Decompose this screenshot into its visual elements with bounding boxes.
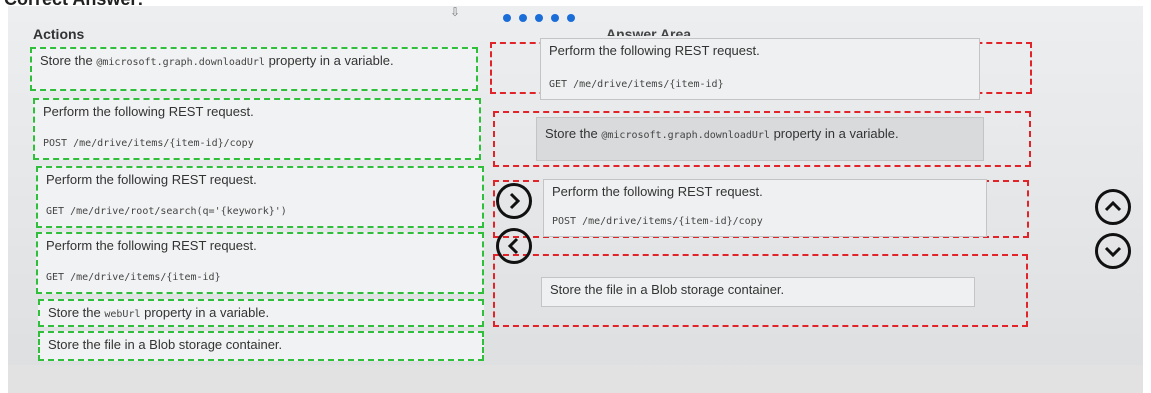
answer-label: Store the file in a Blob storage contain…: [550, 282, 785, 297]
move-down-button[interactable]: [1095, 233, 1131, 269]
answer-label: Perform the following REST request.: [549, 43, 760, 58]
progress-dot: [567, 14, 575, 22]
action-label: Store the: [40, 53, 97, 68]
chevron-right-icon: [509, 192, 521, 210]
progress-dot: [535, 14, 543, 22]
action-label: Store the: [48, 305, 105, 320]
progress-dots: [503, 9, 583, 27]
bottom-strip: [8, 365, 1143, 393]
action-item-store-download-url[interactable]: Store the @microsoft.graph.downloadUrl p…: [30, 47, 478, 91]
chevron-left-icon: [507, 237, 519, 255]
answer-label: Store the: [545, 126, 602, 141]
action-code: webUrl: [104, 309, 141, 320]
action-code: @microsoft.graph.downloadUrl: [96, 57, 265, 68]
answer-item-get-item[interactable]: Perform the following REST request. GET …: [540, 38, 980, 100]
answer-item-store-blob[interactable]: Store the file in a Blob storage contain…: [541, 277, 975, 307]
answer-label: Perform the following REST request.: [552, 184, 763, 199]
actions-heading: Actions: [33, 26, 85, 42]
action-label: Store the file in a Blob storage contain…: [48, 337, 283, 352]
action-label: Perform the following REST request.: [46, 238, 257, 253]
move-right-button[interactable]: [496, 183, 532, 219]
action-item-store-blob[interactable]: Store the file in a Blob storage contain…: [38, 331, 484, 361]
chevron-down-icon: [1104, 246, 1122, 258]
action-request: POST /me/drive/items/{item-id}/copy: [43, 138, 254, 149]
action-label: property in a variable.: [140, 305, 270, 320]
action-label: Perform the following REST request.: [43, 104, 254, 119]
answer-item-post-copy[interactable]: Perform the following REST request. POST…: [543, 179, 987, 237]
progress-dot: [519, 14, 527, 22]
answer-request: POST /me/drive/items/{item-id}/copy: [552, 216, 763, 227]
action-item-post-copy[interactable]: Perform the following REST request. POST…: [33, 98, 481, 160]
hand-pointer-icon: ⇩: [450, 5, 461, 19]
answer-label: property in a variable.: [769, 126, 899, 141]
action-label: Perform the following REST request.: [46, 172, 257, 187]
action-request: GET /me/drive/root/search(q='{keywork}'): [46, 206, 287, 217]
action-item-get-item[interactable]: Perform the following REST request. GET …: [36, 232, 484, 294]
progress-dot: [503, 14, 511, 22]
action-request: GET /me/drive/items/{item-id}: [46, 272, 221, 283]
answer-code: @microsoft.graph.downloadUrl: [601, 130, 770, 141]
answer-item-store-download-url[interactable]: Store the @microsoft.graph.downloadUrl p…: [536, 117, 984, 161]
action-item-get-search[interactable]: Perform the following REST request. GET …: [36, 166, 484, 228]
action-item-store-web-url[interactable]: Store the webUrl property in a variable.: [38, 299, 484, 327]
move-left-button[interactable]: [496, 228, 532, 264]
answer-area-heading: Answer Area: [606, 26, 692, 36]
answer-request: GET /me/drive/items/{item-id}: [549, 79, 724, 90]
chevron-up-icon: [1104, 200, 1122, 212]
progress-dot: [551, 14, 559, 22]
move-up-button[interactable]: [1095, 189, 1131, 225]
action-label: property in a variable.: [264, 53, 394, 68]
